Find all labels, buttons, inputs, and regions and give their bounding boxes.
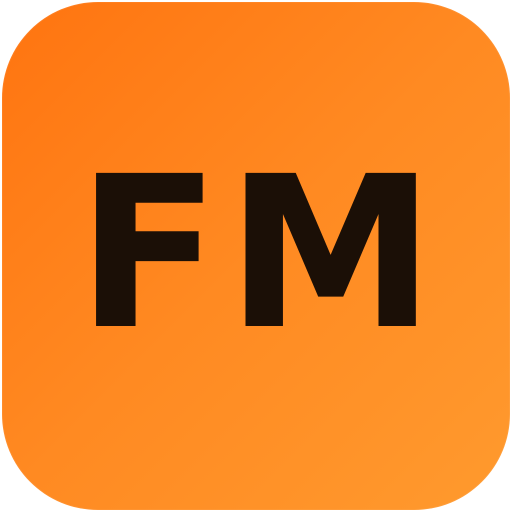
icon-canvas: FM [0, 0, 512, 512]
app-icon[interactable]: FM [2, 2, 510, 510]
app-icon-label: FM [76, 131, 442, 376]
